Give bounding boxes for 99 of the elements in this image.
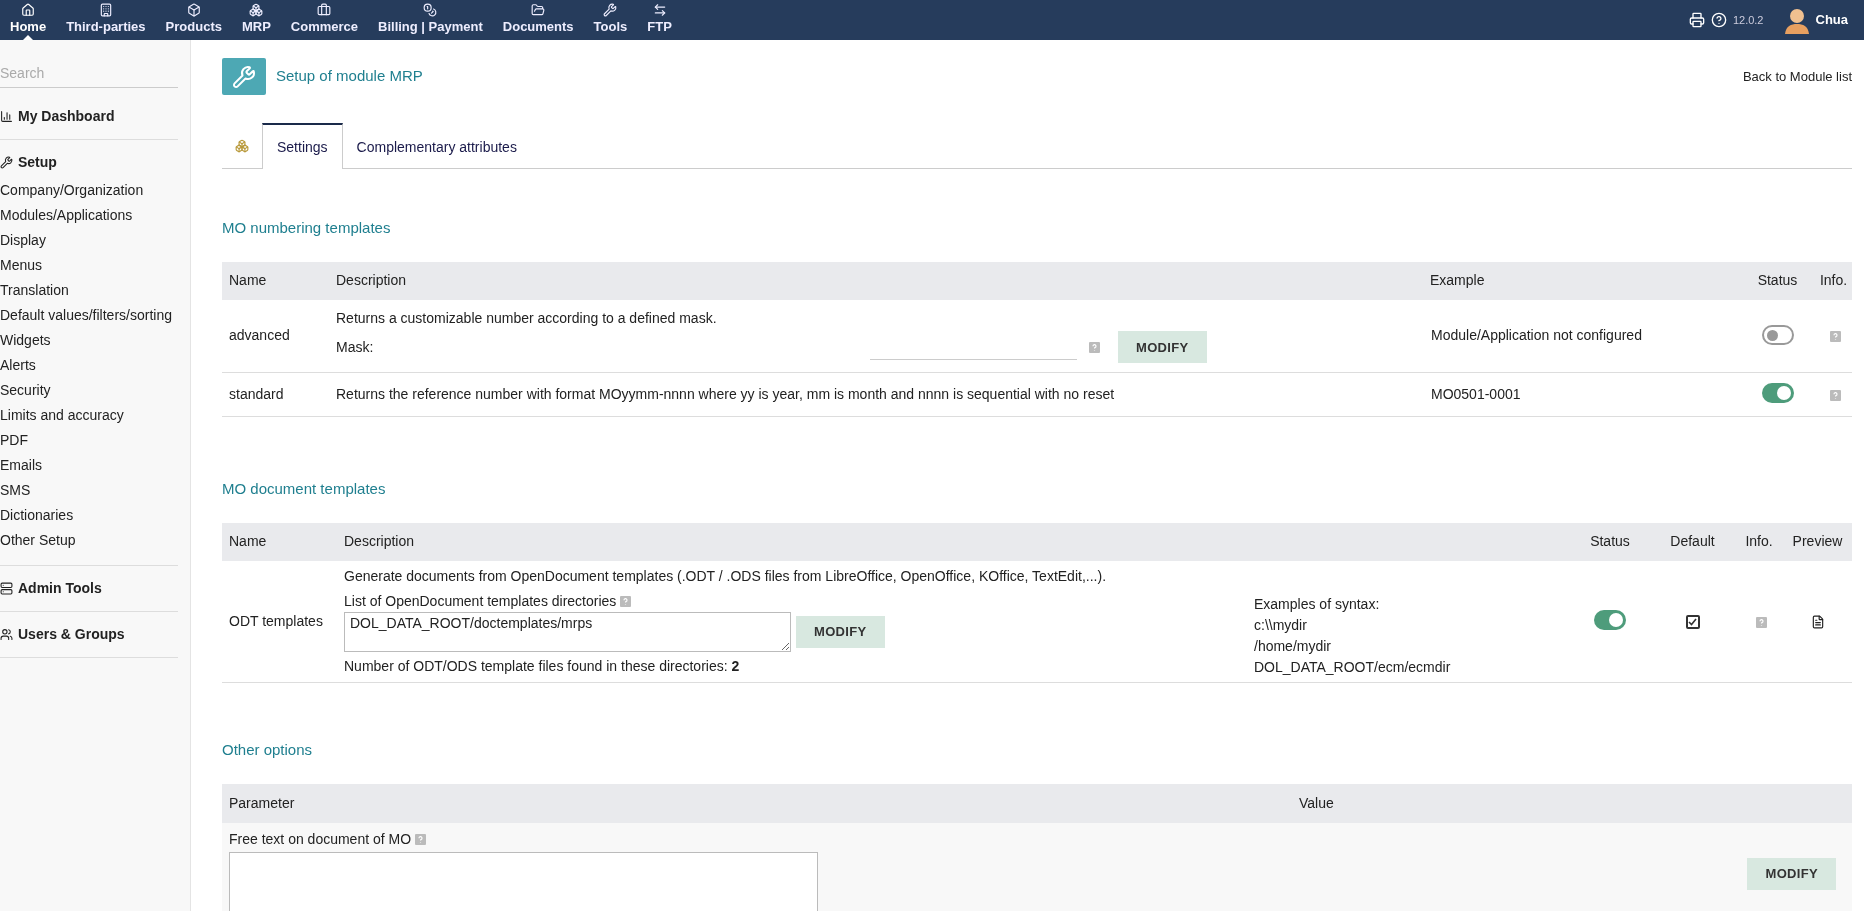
help-icon xyxy=(1830,331,1841,343)
column-header: Parameter xyxy=(222,783,1292,823)
module-icon xyxy=(222,58,266,95)
status-toggle[interactable] xyxy=(1761,383,1794,403)
nav-icon xyxy=(249,3,264,18)
description-text: Generate documents from OpenDocument templates (.ODT / .ODS files from LibreOffice, OpenOffice, KOffice, TextEdit,...). xyxy=(344,566,1107,586)
nav-item[interactable]: Products xyxy=(155,0,232,40)
table-cell: Module/Application not configured xyxy=(1423,299,1740,373)
sidebar-section[interactable]: My Dashboard xyxy=(0,106,178,127)
column-header: Description xyxy=(337,522,1246,561)
column-header: Status xyxy=(1740,261,1815,300)
modify-button[interactable]: MODIFY xyxy=(796,615,885,648)
sidebar-section[interactable]: Users & Groups xyxy=(0,624,178,645)
back-link[interactable]: Back to Module list xyxy=(1742,66,1852,87)
modify-button[interactable]: MODIFY xyxy=(1118,331,1207,364)
syntax-example: /home/mydir xyxy=(1254,637,1333,657)
column-header: Preview xyxy=(1783,522,1852,561)
column-header: Name xyxy=(222,261,329,300)
nav-icon xyxy=(98,3,113,18)
nav-item[interactable]: Third-parties xyxy=(56,0,156,40)
table-cell: standard xyxy=(222,372,329,417)
table-cell: ODT templates xyxy=(222,560,337,683)
section-heading: Other options xyxy=(222,740,314,760)
column-header: Description xyxy=(329,261,1423,300)
default-checkbox[interactable] xyxy=(1685,615,1700,630)
section-icon xyxy=(0,628,13,641)
table-cell: advanced xyxy=(222,299,329,373)
sidebar-item[interactable]: Alerts xyxy=(0,353,178,378)
user-name[interactable]: Chua xyxy=(1815,10,1848,30)
sidebar-item[interactable]: Dictionaries xyxy=(0,503,178,528)
column-header: Info. xyxy=(1815,261,1852,300)
help-icon xyxy=(620,595,632,607)
section-icon xyxy=(0,582,13,595)
help-icon xyxy=(1830,389,1841,401)
section-icon xyxy=(0,110,13,123)
sidebar-item[interactable]: Emails xyxy=(0,453,178,478)
sidebar-item[interactable]: Security xyxy=(0,378,178,403)
sidebar-item[interactable]: Limits and accuracy xyxy=(0,403,178,428)
sidebar-item[interactable]: Default values/filters/sorting xyxy=(0,303,178,328)
nav-item[interactable]: Billing | Payment xyxy=(368,0,493,40)
sidebar-item[interactable]: PDF xyxy=(0,428,178,453)
nav-icon xyxy=(603,3,618,18)
section-heading: MO numbering templates xyxy=(222,218,392,238)
sidebar-item[interactable]: Translation xyxy=(0,278,178,303)
sidebar-item[interactable]: SMS xyxy=(0,478,178,503)
tab[interactable]: Complementary attributes xyxy=(342,123,531,169)
help-icon xyxy=(415,833,427,845)
free-text-field[interactable] xyxy=(229,851,818,911)
description-text: Returns the reference number with format MOyymm-nnnn where yy is year, mm is month and nnnn is sequential with no reset xyxy=(336,385,1116,404)
nav-item[interactable]: Commerce xyxy=(280,0,369,40)
sidebar-section[interactable]: Admin Tools xyxy=(0,578,178,599)
tab[interactable]: Settings xyxy=(262,123,343,169)
directories-field[interactable]: DOL_DATA_ROOT/doctemplates/mrps xyxy=(344,611,791,652)
help-icon xyxy=(1089,341,1100,353)
template-count-text: Number of ODT/ODS template files found in these directories: 2 xyxy=(344,656,741,676)
nav-icon xyxy=(423,3,438,18)
preview-icon[interactable] xyxy=(1810,615,1825,630)
nav-item[interactable]: FTP xyxy=(637,0,682,40)
user-avatar[interactable] xyxy=(1783,6,1810,34)
sidebar-item[interactable]: Other Setup xyxy=(0,528,178,553)
version-label: 12.0.2 xyxy=(1732,12,1764,28)
sidebar-item[interactable]: Display xyxy=(0,228,178,253)
nav-icon xyxy=(317,3,332,18)
column-header: Default xyxy=(1650,522,1735,561)
nav-icon xyxy=(186,3,201,18)
mask-label: Mask: xyxy=(336,337,375,357)
column-header: Status xyxy=(1570,522,1650,561)
nav-icon xyxy=(21,3,36,18)
sidebar-section[interactable]: Setup xyxy=(0,152,178,173)
nav-icon xyxy=(652,3,667,18)
print-icon[interactable] xyxy=(1688,12,1705,28)
nav-item[interactable]: MRP xyxy=(231,0,281,40)
syntax-example: Examples of syntax: xyxy=(1254,595,1381,615)
nav-item[interactable]: Tools xyxy=(583,0,638,40)
status-toggle[interactable] xyxy=(1761,325,1794,345)
directories-label: List of OpenDocument templates directories xyxy=(344,591,617,611)
nav-item[interactable]: Documents xyxy=(492,0,584,40)
table-cell: MO0501-0001 xyxy=(1423,372,1740,417)
help-icon xyxy=(1755,616,1767,628)
search-field[interactable]: Search xyxy=(0,58,178,88)
column-header: Name xyxy=(222,522,337,561)
help-icon[interactable] xyxy=(1710,12,1727,28)
sidebar-item[interactable]: Widgets xyxy=(0,328,178,353)
syntax-example: c:\\mydir xyxy=(1254,616,1308,636)
description-text: Returns a customizable number according to a defined mask. xyxy=(336,309,718,329)
syntax-example: DOL_DATA_ROOT/ecm/ecmdir xyxy=(1254,658,1452,678)
modify-button[interactable]: MODIFY xyxy=(1747,858,1836,890)
page-title: Setup of module MRP xyxy=(276,66,423,87)
status-toggle[interactable] xyxy=(1594,609,1626,630)
section-heading: MO document templates xyxy=(222,479,387,499)
section-icon xyxy=(0,156,13,169)
nav-icon xyxy=(531,3,546,18)
column-header: Value xyxy=(1292,783,1852,823)
column-header: Info. xyxy=(1735,522,1783,561)
sidebar-item[interactable]: Company/Organization xyxy=(0,178,178,203)
sidebar-item[interactable]: Modules/Applications xyxy=(0,203,178,228)
column-header: Example xyxy=(1423,261,1740,300)
parameter-label: Free text on document of MO xyxy=(229,829,412,849)
sidebar-item[interactable]: Menus xyxy=(0,253,178,278)
